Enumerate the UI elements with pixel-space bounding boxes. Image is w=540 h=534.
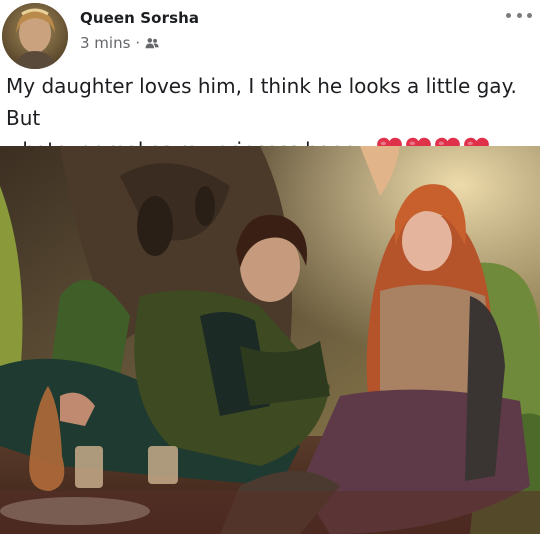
post-text-line-1: My daughter loves him, I think he looks … xyxy=(6,74,517,130)
more-options-icon[interactable] xyxy=(506,8,532,22)
photo-image xyxy=(0,146,540,534)
post-meta: 3 mins · xyxy=(80,34,159,52)
post-photo[interactable] xyxy=(0,146,540,534)
post-timestamp[interactable]: 3 mins xyxy=(80,34,130,52)
post-header: Queen Sorsha 3 mins · My daughter loves … xyxy=(0,0,540,162)
friends-icon[interactable] xyxy=(145,36,159,50)
author-avatar[interactable] xyxy=(2,3,68,69)
author-name[interactable]: Queen Sorsha xyxy=(80,9,199,27)
dot xyxy=(506,12,511,18)
meta-separator: · xyxy=(135,34,141,52)
dot xyxy=(516,12,522,18)
dot xyxy=(527,12,532,18)
avatar-image xyxy=(2,3,68,69)
